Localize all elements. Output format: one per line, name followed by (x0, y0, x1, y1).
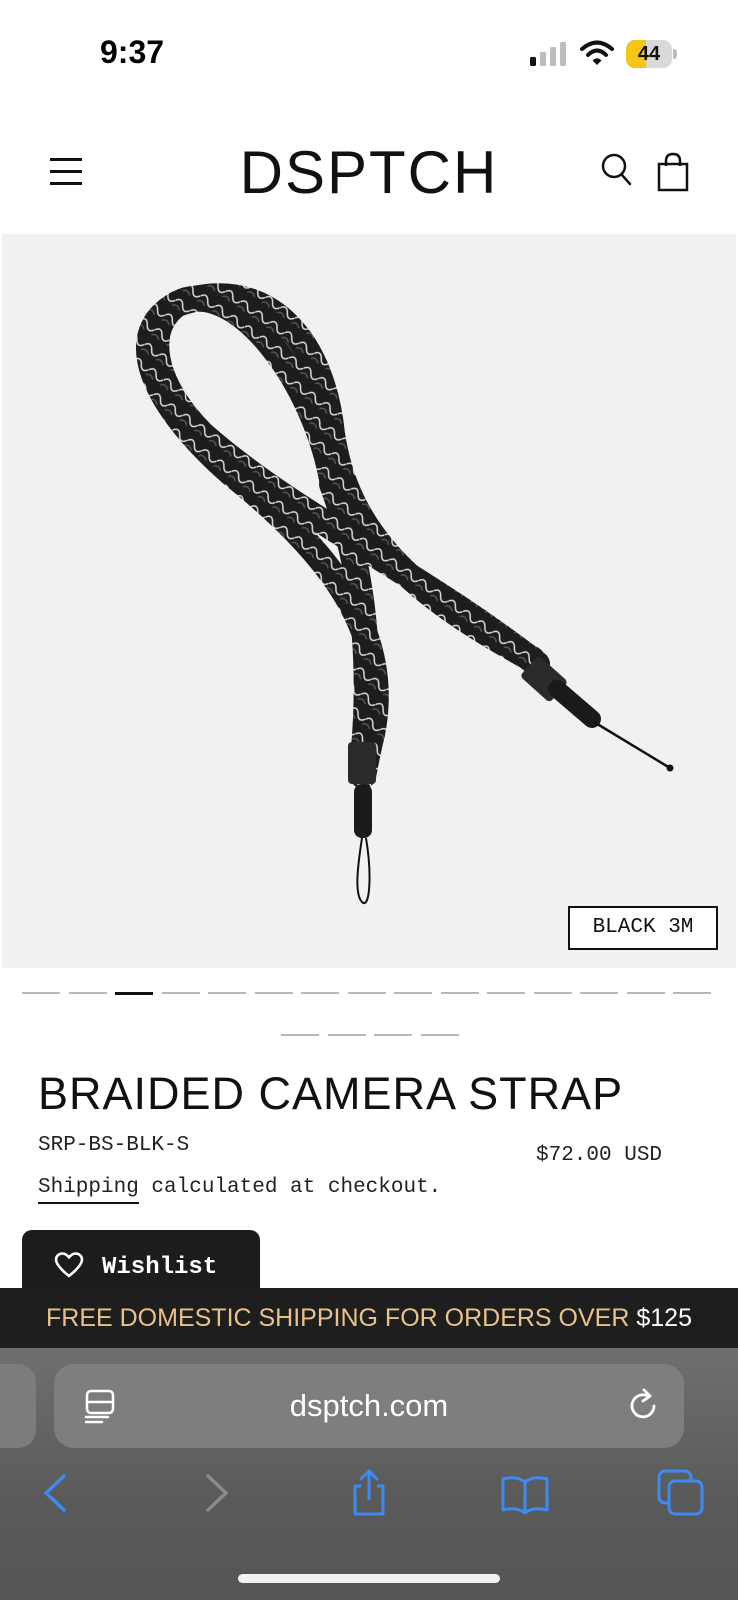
product-sku: SRP-BS-BLK-S (38, 1134, 190, 1157)
product-price: $72.00 USD (536, 1144, 663, 1167)
wifi-icon (580, 40, 614, 65)
carousel-dot[interactable] (161, 992, 200, 994)
promo-amount: $125 (636, 1304, 692, 1332)
shipping-note-text: calculated at checkout. (138, 1176, 442, 1199)
carousel-dot[interactable] (394, 992, 432, 994)
shipping-link[interactable]: Shipping (38, 1176, 139, 1204)
status-bar: 9:37 44 (0, 0, 738, 110)
carousel-dot[interactable] (301, 992, 339, 994)
carousel-dot[interactable] (626, 992, 665, 994)
home-indicator (238, 1574, 500, 1583)
carousel-dot[interactable] (374, 1034, 413, 1036)
cellular-signal-icon (530, 42, 566, 66)
wishlist-label: Wishlist (102, 1254, 218, 1281)
variant-badge[interactable]: BLACK 3M (568, 906, 718, 950)
battery-level: 44 (637, 43, 661, 65)
heart-outline-icon (54, 1252, 84, 1278)
reload-icon[interactable] (628, 1388, 662, 1424)
forward-icon[interactable] (190, 1468, 240, 1518)
status-time: 9:37 (100, 34, 165, 70)
carousel-dot[interactable] (487, 992, 525, 994)
carousel-dots-row-2 (22, 1034, 718, 1037)
carousel-dot[interactable] (580, 992, 618, 994)
promo-banner[interactable]: FREE DOMESTIC SHIPPING FOR ORDERS OVER $… (0, 1288, 738, 1348)
search-icon[interactable] (600, 152, 634, 188)
battery-indicator: 44 (626, 40, 677, 68)
carousel-dot[interactable] (115, 992, 153, 995)
carousel-dot[interactable] (673, 992, 711, 994)
site-header: DSPTCH (0, 130, 738, 230)
product-image[interactable] (2, 234, 736, 968)
carousel-dot[interactable] (208, 992, 246, 994)
carousel-dot[interactable] (254, 992, 293, 994)
bookmarks-icon[interactable] (500, 1468, 550, 1518)
carousel-dot[interactable] (347, 992, 386, 994)
tabs-icon[interactable] (656, 1468, 706, 1518)
carousel-dot[interactable] (68, 992, 107, 994)
promo-text: FREE DOMESTIC SHIPPING FOR ORDERS OVER (46, 1304, 630, 1332)
browser-chrome: dsptch.com (0, 1348, 738, 1600)
braided-camera-strap-photo (136, 283, 674, 905)
address-bar[interactable]: dsptch.com (54, 1364, 684, 1448)
carousel-dot[interactable] (22, 992, 60, 994)
shipping-note: Shipping calculated at checkout. (38, 1176, 442, 1204)
previous-tab-preview[interactable] (0, 1364, 36, 1448)
address-url[interactable]: dsptch.com (54, 1388, 684, 1424)
carousel-dot[interactable] (420, 1034, 459, 1036)
carousel-dot[interactable] (327, 1034, 366, 1036)
carousel-dot[interactable] (281, 1034, 320, 1036)
shopping-bag-icon[interactable] (656, 152, 690, 192)
carousel-dots-row-1 (22, 992, 718, 995)
carousel-dot[interactable] (533, 992, 572, 994)
product-title: BRAIDED CAMERA STRAP (38, 1068, 624, 1119)
share-icon[interactable] (344, 1468, 394, 1518)
back-icon[interactable] (32, 1468, 82, 1518)
carousel-dot[interactable] (440, 992, 479, 994)
wishlist-button[interactable]: Wishlist (22, 1230, 260, 1290)
